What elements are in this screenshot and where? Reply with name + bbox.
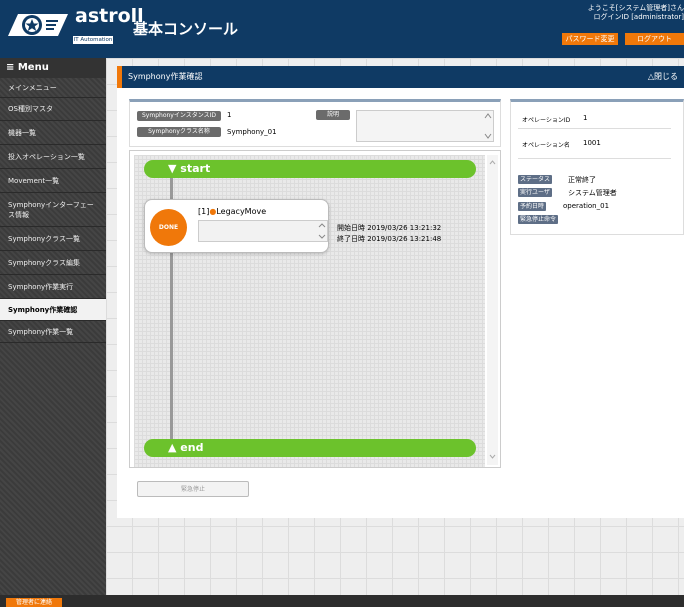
sidebar-item-symphony-execute[interactable]: Symphony作業実行 <box>0 275 106 299</box>
sidebar-item-symphony-list[interactable]: Symphony作業一覧 <box>0 321 106 343</box>
description-field[interactable] <box>356 110 494 142</box>
divider <box>518 128 671 129</box>
sidebar-item-symphony-confirm[interactable]: Symphony作業確認 <box>0 299 106 321</box>
sidebar-item-movement-list[interactable]: Movement一覧 <box>0 169 106 193</box>
contact-admin-button[interactable]: 管理者に連絡 <box>6 598 62 607</box>
sidebar-item-operation-list[interactable]: 投入オペレーション一覧 <box>0 145 106 169</box>
movement-start-time: 開始日時 2019/03/26 13:21:32 <box>337 224 442 232</box>
status-label: ステータス <box>518 175 553 184</box>
operation-id-value: 1 <box>583 114 588 122</box>
reserve-time-value: operation_01 <box>563 202 610 210</box>
sidebar-item-symphony-class-edit[interactable]: Symphonyクラス編集 <box>0 251 106 275</box>
welcome-user: ようこそ[システム管理者]さん <box>587 4 684 12</box>
movement-end-time: 終了日時 2019/03/26 13:21:48 <box>337 235 442 243</box>
movement-status-badge: DONE <box>150 209 187 246</box>
scroll-arrows-icon[interactable] <box>484 112 492 142</box>
divider <box>518 158 671 159</box>
logout-button[interactable]: ログアウト <box>625 33 684 45</box>
sidebar-item-os-master[interactable]: OS種別マスタ <box>0 98 106 121</box>
instance-id-value: 1 <box>227 111 232 119</box>
flow-scrollbar[interactable] <box>487 155 498 465</box>
close-panel-link[interactable]: △閉じる <box>648 66 678 88</box>
console-title: 基本コンソール <box>133 20 239 38</box>
sidebar-item-symphony-interface[interactable]: Symphonyインターフェース情報 <box>0 193 106 227</box>
class-name-value: Symphony_01 <box>227 128 277 136</box>
logo-mark-icon <box>8 14 68 36</box>
movement-index: [1] <box>198 207 210 216</box>
sidebar-item-main-menu[interactable]: メインメニュー <box>0 78 106 98</box>
movement-title: [1]●LegacyMove <box>198 207 266 216</box>
welcome-text: ようこそ[システム管理者]さん ログインID [administrator] <box>588 4 684 22</box>
panel-header: Symphony作業確認 △閉じる <box>117 66 684 88</box>
instance-id-label: SymphonyインスタンスID <box>137 111 221 121</box>
sidebar-item-symphony-class-list[interactable]: Symphonyクラス一覧 <box>0 227 106 251</box>
reserve-time-label: 予約日時 <box>518 202 547 211</box>
header: astroll IT Automation 基本コンソール ようこそ[システム管… <box>0 0 684 58</box>
operation-name-label: オペレーション名 <box>522 142 570 149</box>
description-label: 説明 <box>316 110 350 120</box>
sidebar-item-device-list[interactable]: 機器一覧 <box>0 121 106 145</box>
logo: astroll IT Automation <box>4 5 144 44</box>
password-change-button[interactable]: パスワード変更 <box>562 33 618 45</box>
executor-label: 実行ユーザ <box>518 188 552 197</box>
emergency-stop-button[interactable]: 緊急停止 <box>137 481 249 497</box>
scroll-arrows-icon[interactable] <box>487 155 498 465</box>
flow-start-bar: ▼ start <box>144 160 476 178</box>
movement-note-field[interactable] <box>198 220 328 242</box>
welcome-login-id: ログインID [administrator] <box>593 13 684 21</box>
class-name-label: Symphonyクラス名称 <box>137 127 221 137</box>
emergency-stop-command-label: 緊急停止命令 <box>518 215 559 224</box>
panel-title: Symphony作業確認 <box>128 72 203 81</box>
menu-header[interactable]: ≡ Menu <box>0 58 106 78</box>
status-value: 正常終了 <box>568 176 596 184</box>
movement-name: LegacyMove <box>216 207 267 216</box>
executor-value: システム管理者 <box>568 189 617 197</box>
operation-id-label: オペレーションID <box>522 117 571 124</box>
sidebar: ≡ Menu メインメニュー OS種別マスタ 機器一覧 投入オペレーション一覧 … <box>0 58 106 595</box>
flow-end-bar: ▲ end <box>144 439 476 457</box>
footer: 管理者に連絡 <box>0 595 684 607</box>
operation-name-value: 1001 <box>583 139 601 147</box>
logo-subtitle: IT Automation <box>73 36 113 44</box>
scroll-arrows-icon[interactable] <box>318 221 326 241</box>
